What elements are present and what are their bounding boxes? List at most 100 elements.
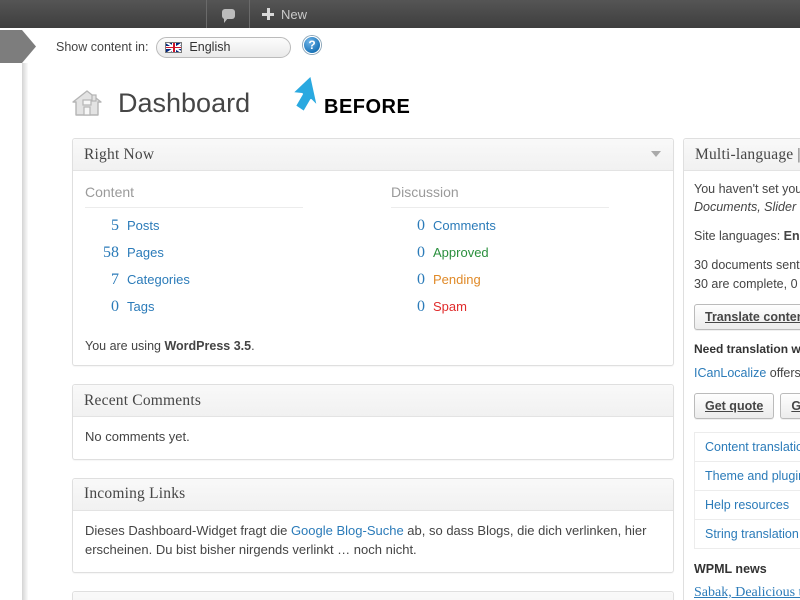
sync-notice-line1: You haven't set your sync [694, 182, 800, 196]
quick-link-content-translation[interactable]: Content translation [695, 433, 800, 462]
widget-header[interactable]: Multi-language | W [684, 139, 800, 171]
translation-buttons: Get quoteGet tran [694, 392, 800, 419]
widget-body: Content 5 Posts 58 Pages 7 Categories 0 … [73, 171, 673, 365]
adminbar-new-label: New [281, 6, 308, 22]
widget-wpml: Multi-language | W You haven't set your … [683, 138, 800, 600]
stat-count: 0 [417, 298, 425, 315]
quick-link-help-resources[interactable]: Help resources [695, 491, 800, 520]
dashboard-side-column: Multi-language | W You haven't set your … [683, 138, 800, 600]
stat-row-pages[interactable]: 58 Pages [85, 244, 373, 262]
stat-label: Pages [127, 245, 164, 260]
wordpress-version-line: You are using WordPress 3.5. [85, 339, 661, 353]
stat-count: 7 [111, 271, 119, 288]
stat-count: 0 [417, 217, 425, 234]
need-translation-heading: Need translation work? [694, 341, 800, 356]
comment-bubble-icon [221, 9, 235, 23]
quick-link-theme-plugins-localization[interactable]: Theme and plugins loc [695, 462, 800, 491]
stat-label: Approved [433, 245, 489, 260]
language-selector-label: Show content in: [56, 40, 149, 54]
sync-notice-line2: Documents, Slider Imag [694, 200, 800, 215]
documents-status-line1: 30 documents sent to tra [694, 258, 800, 273]
widget-right-now: Right Now Content 5 Posts 58 Pages 7 Cat… [72, 138, 674, 366]
get-translator-button[interactable]: Get tran [780, 392, 800, 419]
stat-count: 0 [417, 244, 425, 261]
widget-body: Dieses Dashboard-Widget fragt die Google… [73, 511, 673, 572]
version-number: WordPress 3.5 [164, 339, 252, 353]
stat-row-categories[interactable]: 7 Categories [85, 271, 373, 289]
icanlocalize-link[interactable]: ICanLocalize [694, 366, 766, 380]
widget-title: Right Now [84, 145, 155, 163]
stat-label: Posts [127, 218, 160, 233]
version-prefix: You are using [85, 339, 165, 353]
language-selector-bar: Show content in: English [56, 36, 292, 58]
text-before: Dieses Dashboard-Widget fragt die [85, 522, 291, 538]
stat-row-pending[interactable]: 0 Pending [391, 271, 661, 289]
icanlocalize-offer: ICanLocalize offers affor [694, 364, 800, 382]
widget-header[interactable]: Recent Comments [73, 385, 673, 417]
no-comments-message: No comments yet. [85, 429, 190, 444]
wpml-news-heading: WPML news [694, 561, 767, 576]
right-now-discussion-column: Discussion 0 Comments 0 Approved 0 Pendi… [373, 181, 661, 325]
uk-flag-icon [165, 41, 183, 53]
content-heading: Content [85, 184, 303, 208]
adminbar-divider [249, 0, 250, 28]
stat-label: Categories [127, 272, 190, 287]
widget-recent-comments: Recent Comments No comments yet. [72, 384, 674, 460]
site-languages-value: English, [783, 229, 800, 244]
wp-admin-bar: New [0, 0, 800, 28]
quick-link-string-translation[interactable]: String translation [695, 520, 800, 549]
stat-label: Pending [433, 272, 481, 287]
widget-header[interactable]: Plugins [73, 591, 673, 600]
offer-text: offers affor [769, 365, 800, 380]
widget-header[interactable]: Incoming Links [73, 478, 673, 511]
language-dropdown[interactable]: English [156, 36, 292, 58]
help-icon[interactable]: ? [303, 36, 321, 54]
house-icon [70, 88, 104, 118]
widget-title: Recent Comments [84, 391, 202, 409]
news-item-link[interactable]: Sabak, Dealicious them [694, 585, 800, 600]
stat-count: 58 [103, 244, 119, 261]
plus-icon [262, 8, 274, 20]
stat-count: 0 [417, 271, 425, 288]
google-blog-search-link[interactable]: Google Blog-Suche [291, 523, 404, 538]
language-name: English [189, 40, 231, 54]
right-now-content-column: Content 5 Posts 58 Pages 7 Categories 0 … [85, 181, 373, 325]
page-title: Dashboard [70, 88, 250, 118]
widget-title: Incoming Links [84, 485, 186, 502]
stat-count: 5 [111, 217, 119, 234]
documents-status-line2: 30 are complete, 0 waitin [694, 276, 800, 291]
stat-row-posts[interactable]: 5 Posts [85, 217, 373, 235]
documents-status: 30 documents sent to tra 30 are complete… [694, 256, 800, 292]
adminbar-comments-button[interactable] [207, 0, 249, 28]
translate-content-button[interactable]: Translate content [694, 303, 800, 330]
dashboard-main-column: Right Now Content 5 Posts 58 Pages 7 Cat… [72, 138, 674, 600]
stat-label: Comments [433, 218, 496, 233]
adminbar-new-button[interactable]: New [253, 0, 316, 28]
site-languages-label: Site languages: [694, 229, 784, 244]
version-suffix: . [251, 339, 255, 353]
stat-label: Tags [127, 299, 155, 314]
widget-incoming-links: Incoming Links Dieses Dashboard-Widget f… [72, 477, 674, 573]
stat-row-tags[interactable]: 0 Tags [85, 298, 373, 316]
wpml-quick-links: Content translation Theme and plugins lo… [694, 431, 800, 549]
widget-body: You haven't set your sync Documents, Sli… [684, 171, 800, 600]
stat-row-comments[interactable]: 0 Comments [391, 217, 661, 235]
admin-page: Show content in: English ? BEFORE Dashbo… [28, 28, 800, 600]
widget-header[interactable]: Right Now [73, 139, 673, 171]
page-title-text: Dashboard [118, 88, 251, 118]
site-languages-line: Site languages: English, [694, 227, 800, 245]
discussion-heading: Discussion [391, 184, 609, 208]
widget-plugins: Plugins Beliebt [72, 590, 674, 600]
stat-row-spam[interactable]: 0 Spam [391, 298, 661, 316]
chevron-down-icon[interactable] [651, 151, 661, 157]
before-annotation-label: BEFORE [324, 96, 411, 118]
stat-row-approved[interactable]: 0 Approved [391, 244, 661, 262]
browser-viewport: New Show content in: English ? BEFORE Da… [0, 0, 800, 600]
incoming-links-text: Dieses Dashboard-Widget fragt die Google… [85, 521, 661, 560]
widget-title: Multi-language | W [695, 145, 800, 163]
sync-notice: You haven't set your sync Documents, Sli… [694, 180, 800, 216]
widget-body: No comments yet. [73, 417, 673, 459]
stat-label: Spam [433, 299, 467, 314]
get-quote-button[interactable]: Get quote [694, 392, 775, 419]
arrow-cursor-icon [289, 73, 329, 118]
